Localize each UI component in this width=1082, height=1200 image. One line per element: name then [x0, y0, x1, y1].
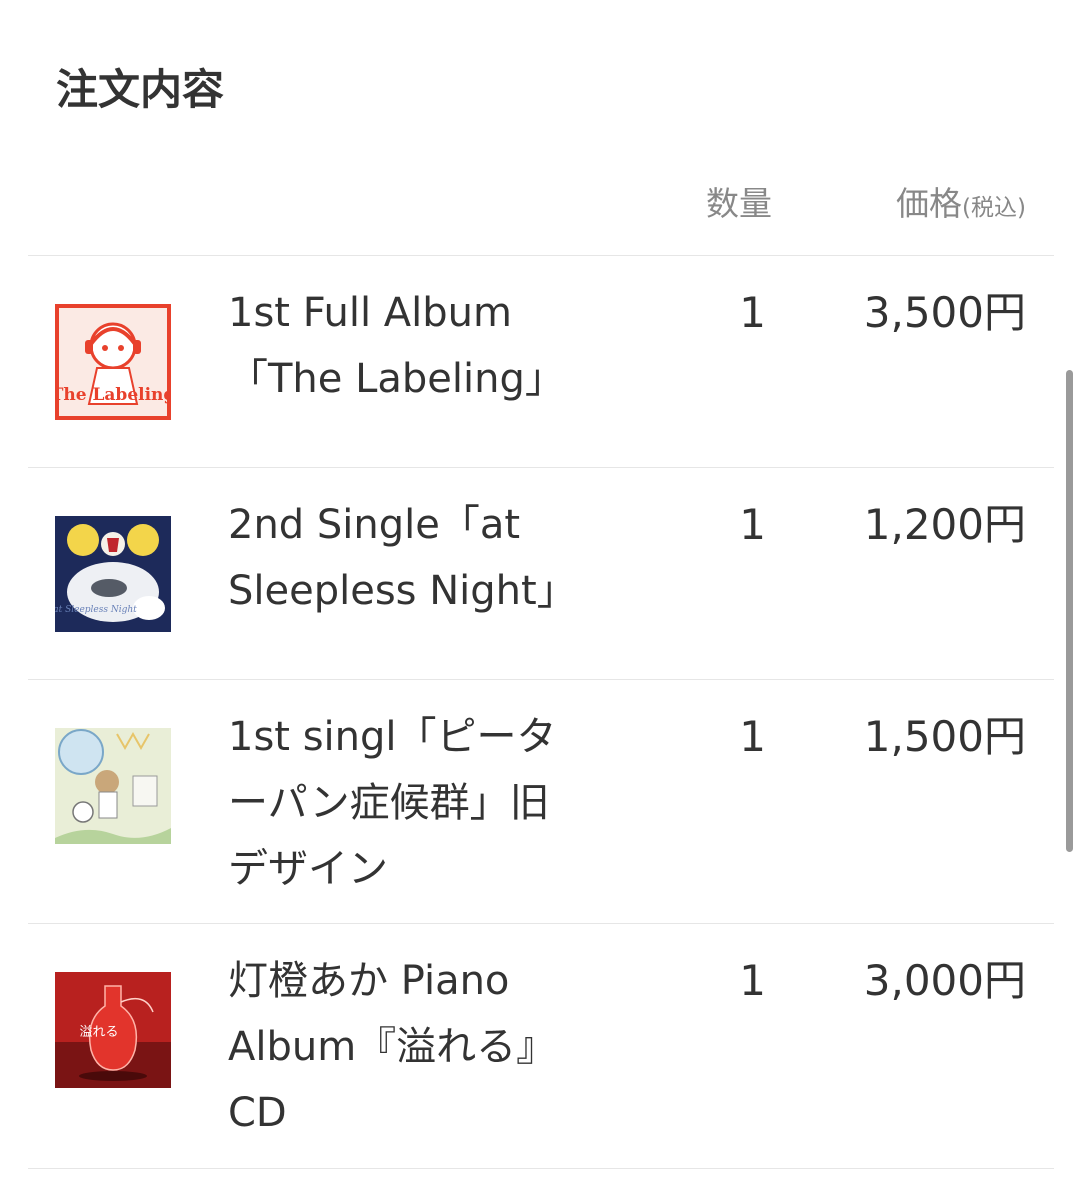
item-name: 2nd Single「at Sleepless Night」 — [228, 492, 628, 624]
item-name: 灯橙あか Piano Album『溢れる』 CD — [228, 948, 628, 1146]
order-item-row[interactable]: The Labeling 1st Full Album 「The Labelin… — [0, 256, 1082, 467]
item-name-line: 2nd Single「at — [228, 502, 521, 548]
item-price: 3,500円 — [863, 288, 1026, 337]
item-name-line: デザイン — [228, 846, 388, 892]
cover-title: at Sleepless Night — [55, 605, 137, 615]
order-item-row[interactable]: 溢れる 灯橙あか Piano Album『溢れる』 CD 1 3,000円 — [0, 924, 1082, 1168]
cover-title: 溢れる — [79, 1025, 118, 1040]
item-quantity: 1 — [739, 712, 766, 761]
item-name: 1st singl「ピータ ーパン症候群」旧 デザイン — [228, 704, 628, 902]
item-name-line: 灯橙あか Piano — [228, 958, 510, 1004]
item-name-line: 1st singl「ピータ — [228, 714, 557, 760]
item-quantity: 1 — [739, 956, 766, 1005]
column-header-price: 価格(税込) — [830, 178, 1026, 230]
scrollbar[interactable] — [1066, 370, 1073, 852]
item-price: 1,200円 — [863, 500, 1026, 549]
column-header-quantity: 数量 — [706, 184, 772, 223]
price-label: 価格 — [896, 184, 963, 223]
row-divider — [28, 1168, 1054, 1169]
item-name-line: ーパン症候群」旧 — [228, 780, 550, 826]
item-price: 1,500円 — [863, 712, 1026, 761]
tax-included-note: (税込) — [962, 195, 1026, 221]
item-name-line: 「The Labeling」 — [228, 356, 565, 402]
item-name-line: Sleepless Night」 — [228, 568, 577, 614]
album-cover-peter-pan-syndrome — [55, 728, 171, 844]
item-name-line: CD — [228, 1090, 287, 1136]
order-item-row[interactable]: 1st singl「ピータ ーパン症候群」旧 デザイン 1 1,500円 — [0, 680, 1082, 923]
album-cover-the-labeling: The Labeling — [55, 304, 171, 420]
item-price: 3,000円 — [863, 956, 1026, 1005]
item-name: 1st Full Album 「The Labeling」 — [228, 280, 628, 412]
item-name-line: Album『溢れる』 — [228, 1024, 557, 1070]
album-cover-at-sleepless-night: at Sleepless Night — [55, 516, 171, 632]
page-title: 注文内容 — [56, 65, 225, 114]
album-cover-afureru: 溢れる — [55, 972, 171, 1088]
item-name-line: 1st Full Album — [228, 290, 512, 336]
item-quantity: 1 — [739, 500, 766, 549]
item-quantity: 1 — [739, 288, 766, 337]
order-item-row[interactable]: at Sleepless Night 2nd Single「at Sleeple… — [0, 468, 1082, 679]
cover-title: The Labeling — [55, 385, 171, 405]
